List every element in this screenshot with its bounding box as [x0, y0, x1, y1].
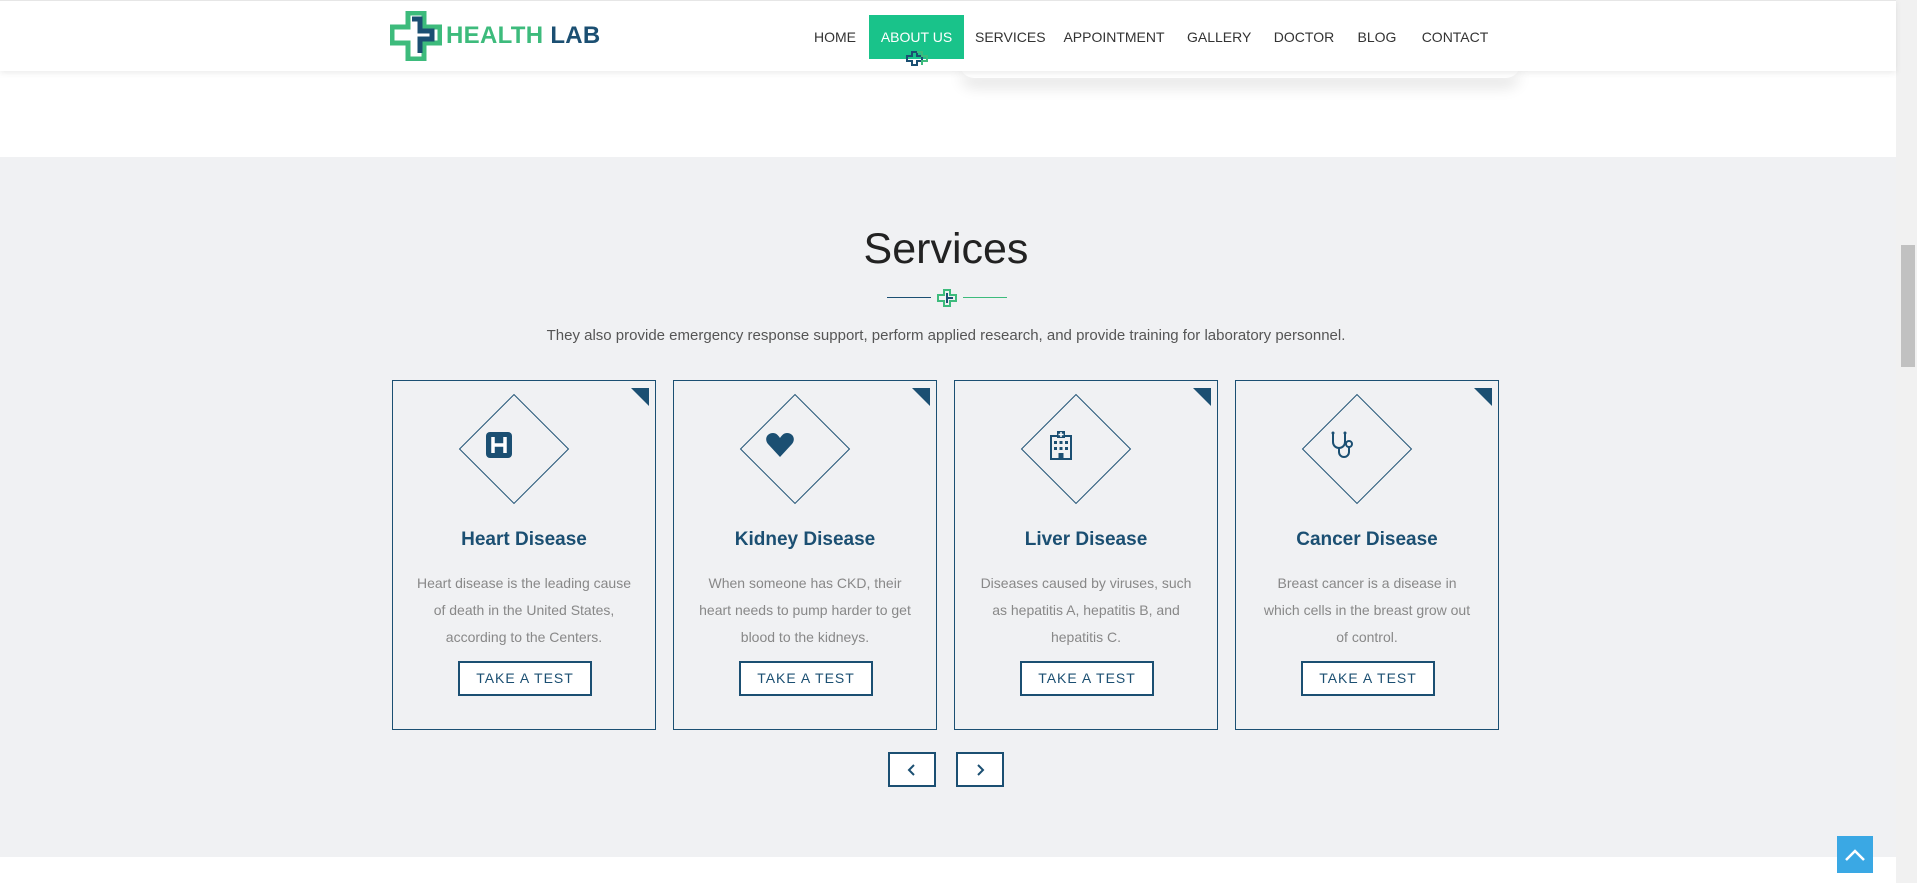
take-a-test-button[interactable]: TAKE A TEST — [739, 661, 873, 696]
card-corner-ribbon — [1474, 388, 1492, 406]
nav-active-indicator-icon — [906, 51, 928, 66]
nav-blog[interactable]: BLOG — [1357, 15, 1397, 59]
scrollbar-thumb[interactable] — [1901, 245, 1915, 367]
card-description: When someone has CKD, their heart needs … — [699, 575, 911, 645]
nav-home[interactable]: HOME — [808, 15, 862, 59]
nav-services[interactable]: SERVICES — [975, 15, 1046, 59]
carousel-prev-button[interactable] — [888, 752, 936, 787]
card-corner-ribbon — [912, 388, 930, 406]
take-a-test-button[interactable]: TAKE A TEST — [1020, 661, 1154, 696]
card-description: Diseases caused by viruses, such as hepa… — [980, 575, 1192, 645]
service-card: Liver Disease Diseases caused by viruses… — [954, 380, 1218, 730]
card-icon — [473, 419, 525, 471]
divider-line-right — [963, 297, 1007, 298]
page-scrollbar[interactable] — [1896, 0, 1917, 883]
card-title: Liver Disease — [1024, 529, 1148, 550]
section-subtitle: They also provide emergency response sup… — [546, 327, 1346, 344]
nav-doctor[interactable]: DOCTOR — [1273, 15, 1335, 59]
hospital-building-icon — [1050, 431, 1072, 460]
chevron-right-icon — [977, 763, 985, 776]
card-title: Kidney Disease — [734, 529, 876, 550]
nav-gallery[interactable]: GALLERY — [1187, 15, 1251, 59]
card-corner-ribbon — [631, 388, 649, 406]
section-title: Services — [863, 225, 1029, 273]
main-nav: HOME ABOUT US SERVICES APPOINTMENT GALLE… — [0, 15, 1900, 59]
stethoscope-icon — [1331, 431, 1353, 458]
card-icon — [1316, 419, 1368, 471]
nav-contact[interactable]: CONTACT — [1419, 15, 1491, 59]
take-a-test-button[interactable]: TAKE A TEST — [458, 661, 592, 696]
card-icon — [754, 419, 806, 471]
card-title: Heart Disease — [461, 529, 587, 550]
hospital-h-icon — [486, 432, 512, 458]
heart-icon — [766, 433, 794, 457]
service-card: Heart Disease Heart disease is the leadi… — [392, 380, 656, 730]
card-corner-ribbon — [1193, 388, 1211, 406]
card-icon — [1035, 419, 1087, 471]
service-card: Kidney Disease When someone has CKD, the… — [673, 380, 937, 730]
card-title: Cancer Disease — [1296, 529, 1438, 550]
chevron-up-icon — [1845, 848, 1865, 861]
card-description: Heart disease is the leading cause of de… — [416, 575, 632, 645]
take-a-test-button[interactable]: TAKE A TEST — [1301, 661, 1435, 696]
service-card: Cancer Disease Breast cancer is a diseas… — [1235, 380, 1499, 730]
chevron-left-icon — [907, 763, 915, 776]
site-header: HEALTH LAB HOME ABOUT US SERVICES APPOIN… — [0, 0, 1896, 71]
nav-appointment[interactable]: APPOINTMENT — [1063, 15, 1165, 59]
card-description: Breast cancer is a disease in which cell… — [1263, 575, 1471, 645]
section-divider — [887, 289, 1007, 307]
medical-cross-divider-icon — [937, 289, 957, 307]
carousel-next-button[interactable] — [956, 752, 1004, 787]
divider-line-left — [887, 297, 931, 298]
back-to-top-button[interactable] — [1837, 836, 1873, 873]
